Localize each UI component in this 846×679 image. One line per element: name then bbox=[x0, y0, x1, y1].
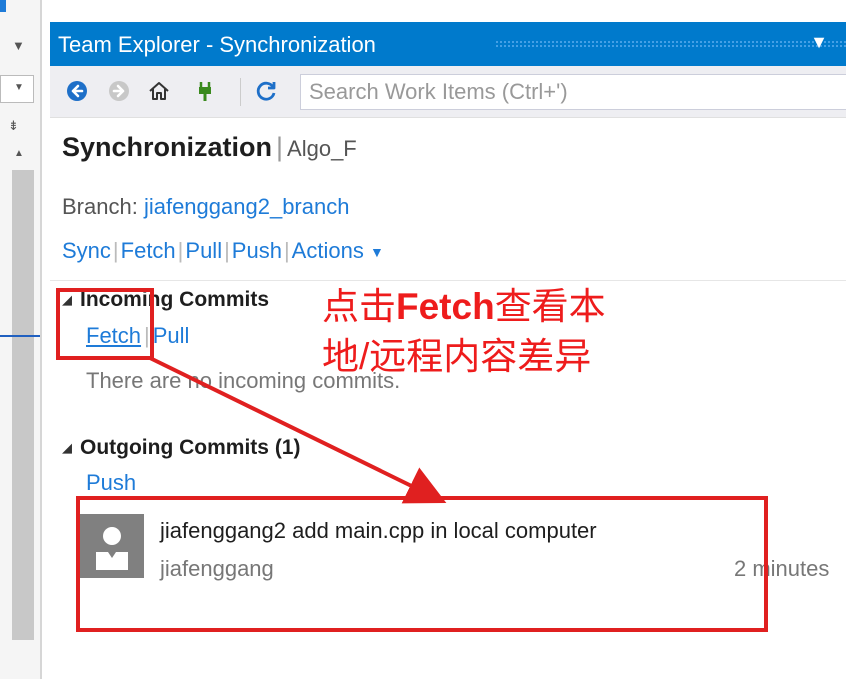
fetch-link[interactable]: Fetch bbox=[121, 238, 176, 263]
actions-menu[interactable]: Actions bbox=[292, 238, 364, 263]
branch-row: Branch: jiafenggang2_branch bbox=[62, 194, 349, 220]
outgoing-commits-title: Outgoing Commits (1) bbox=[80, 436, 301, 459]
plug-icon[interactable] bbox=[192, 78, 218, 104]
left-panel-edge: ▼ ▼ ⇟ ▲ bbox=[0, 0, 40, 679]
outgoing-push-link[interactable]: Push bbox=[86, 470, 136, 496]
chevron-down-icon[interactable]: ▼ bbox=[810, 32, 828, 53]
branch-link[interactable]: jiafenggang2_branch bbox=[144, 194, 350, 219]
action-links: Sync|Fetch|Pull|Push|Actions ▼ bbox=[62, 238, 384, 264]
left-scrollbar[interactable] bbox=[12, 170, 34, 640]
search-placeholder: Search Work Items (Ctrl+') bbox=[309, 79, 568, 104]
outgoing-commits-header[interactable]: ◢ Outgoing Commits (1) bbox=[62, 436, 300, 460]
push-link[interactable]: Push bbox=[232, 238, 282, 263]
annotation-line-2: 地/远程内容差异 bbox=[322, 336, 592, 377]
back-arrow-icon[interactable] bbox=[64, 78, 90, 104]
scroll-up-icon[interactable]: ▲ bbox=[14, 148, 24, 159]
window-title-bar[interactable]: Team Explorer - Synchronization ▼ bbox=[50, 22, 846, 66]
chevron-down-icon[interactable]: ▼ bbox=[370, 244, 384, 260]
panel-splitter[interactable] bbox=[40, 0, 42, 679]
repository-name: Algo_F bbox=[287, 136, 357, 161]
split-icon[interactable]: ⇟ bbox=[8, 118, 19, 134]
fetch-highlight-box bbox=[56, 288, 154, 360]
link-separator: | bbox=[283, 238, 290, 263]
link-separator: | bbox=[224, 238, 230, 263]
chevron-down-icon[interactable]: ▼ bbox=[12, 38, 25, 53]
annotation-line-1: 点击Fetch查看本 bbox=[322, 286, 606, 327]
page-header: Synchronization | Algo_F bbox=[62, 132, 357, 163]
sync-link[interactable]: Sync bbox=[62, 238, 111, 263]
pull-link[interactable]: Pull bbox=[185, 238, 222, 263]
forward-arrow-icon[interactable] bbox=[106, 78, 132, 104]
window-title: Team Explorer - Synchronization bbox=[58, 32, 376, 57]
title-separator: | bbox=[276, 132, 284, 162]
refresh-icon[interactable] bbox=[254, 78, 280, 104]
toolbar-separator bbox=[240, 78, 241, 106]
link-separator: | bbox=[177, 238, 184, 263]
title-grip bbox=[495, 40, 846, 48]
combo-chevron-icon[interactable]: ▼ bbox=[14, 82, 24, 93]
home-icon[interactable] bbox=[146, 78, 172, 104]
commit-highlight-box bbox=[76, 496, 768, 632]
annotation-text: 点击Fetch查看本 地/远程内容差异 bbox=[322, 282, 682, 382]
toolbar: Search Work Items (Ctrl+') bbox=[50, 66, 846, 118]
collapse-triangle-icon[interactable]: ◢ bbox=[62, 440, 72, 455]
link-separator: | bbox=[112, 238, 119, 263]
incoming-pull-link[interactable]: Pull bbox=[153, 323, 190, 348]
branch-label: Branch: bbox=[62, 194, 138, 219]
left-accent-bar bbox=[0, 0, 6, 12]
search-work-items-input[interactable]: Search Work Items (Ctrl+') bbox=[300, 74, 846, 110]
page-title: Synchronization bbox=[62, 132, 273, 162]
divider bbox=[50, 280, 846, 281]
left-guide-line bbox=[0, 335, 40, 337]
